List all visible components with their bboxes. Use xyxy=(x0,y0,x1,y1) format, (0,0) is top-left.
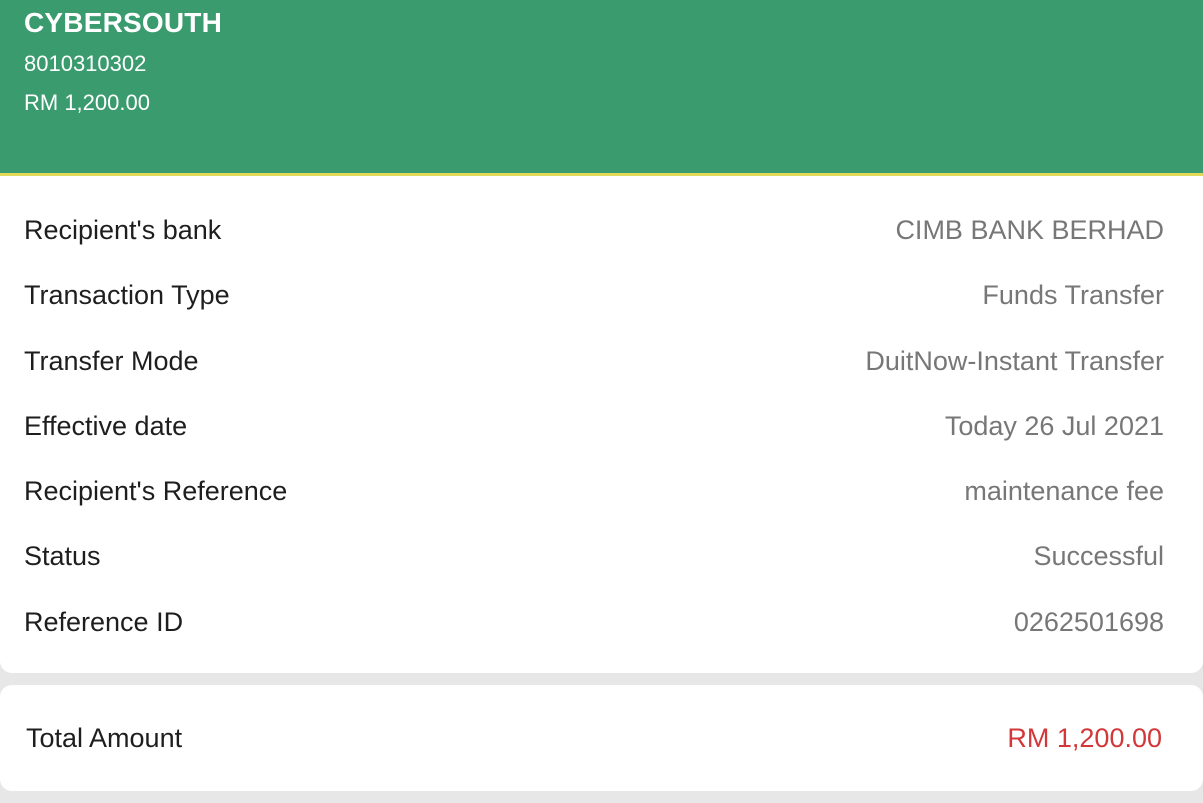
detail-label: Transaction Type xyxy=(24,279,230,310)
detail-value: CIMB BANK BERHAD xyxy=(895,214,1164,245)
detail-label: Reference ID xyxy=(24,606,184,637)
detail-row-status: Status Successful xyxy=(24,536,1164,576)
total-amount-label: Total Amount xyxy=(26,722,183,753)
total-amount-value: RM 1,200.00 xyxy=(1007,722,1162,753)
detail-value: Funds Transfer xyxy=(982,279,1164,310)
detail-label: Recipient's bank xyxy=(24,214,222,245)
detail-row-reference-id: Reference ID 0262501698 xyxy=(24,602,1164,642)
reference-id-value: 0262501698 xyxy=(1013,606,1164,637)
total-amount-row: Total Amount RM 1,200.00 xyxy=(26,718,1162,758)
detail-label: Status xyxy=(24,540,101,571)
header-amount: RM 1,200.00 xyxy=(24,90,150,115)
recipient-name: CYBERSOUTH xyxy=(24,7,223,38)
detail-row-recipient-reference: Recipient's Reference maintenance fee xyxy=(24,471,1164,511)
detail-label: Recipient's Reference xyxy=(24,475,288,506)
detail-label: Effective date xyxy=(24,410,188,441)
total-amount-card: Total Amount RM 1,200.00 xyxy=(0,685,1203,791)
transaction-details-card: Recipient's bank CIMB BANK BERHAD Transa… xyxy=(0,176,1203,673)
detail-label: Transfer Mode xyxy=(24,345,199,376)
detail-row-effective-date: Effective date Today 26 Jul 2021 xyxy=(24,406,1164,446)
recipient-header: CYBERSOUTH 8010310302 RM 1,200.00 xyxy=(0,0,1203,176)
detail-row-transfer-mode: Transfer Mode DuitNow-Instant Transfer xyxy=(24,341,1164,381)
status-value: Successful xyxy=(1033,540,1164,571)
detail-value: Today 26 Jul 2021 xyxy=(944,410,1164,441)
detail-row-recipient-bank: Recipient's bank CIMB BANK BERHAD xyxy=(24,210,1164,250)
detail-row-transaction-type: Transaction Type Funds Transfer xyxy=(24,275,1164,315)
account-number: 8010310302 xyxy=(24,51,147,76)
detail-value: DuitNow-Instant Transfer xyxy=(865,345,1164,376)
detail-value: maintenance fee xyxy=(964,475,1164,506)
